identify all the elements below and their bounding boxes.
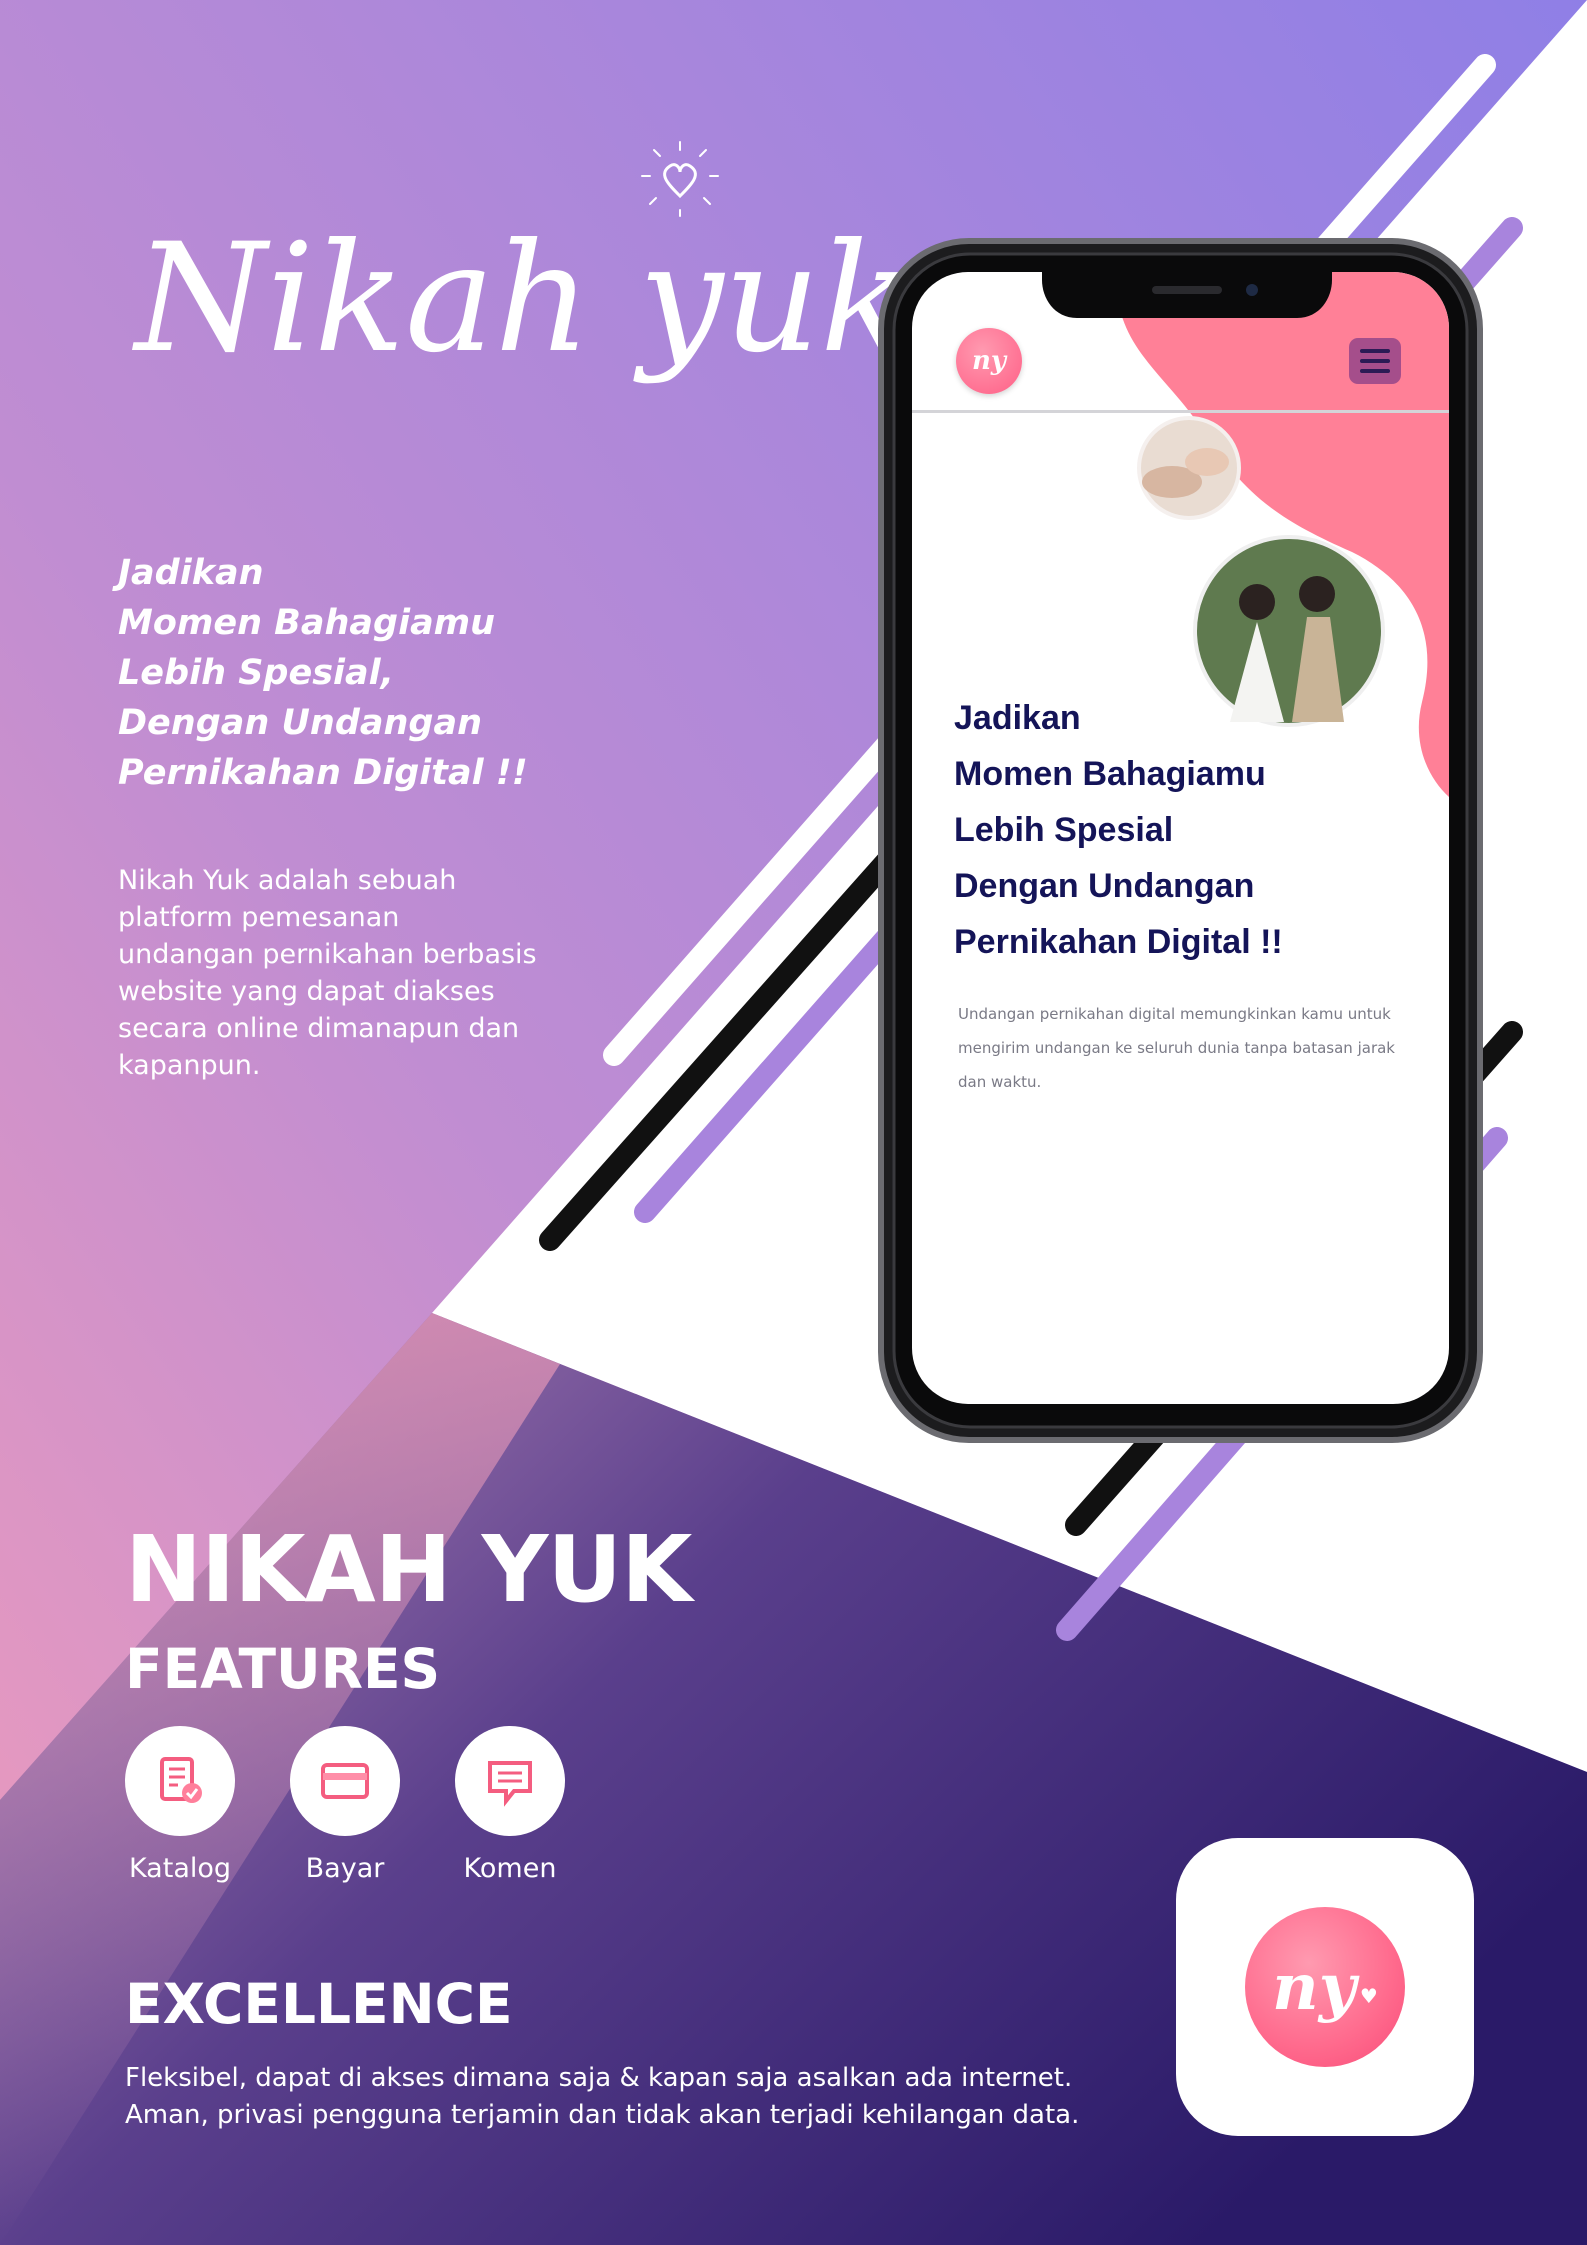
feature-label: Komen: [463, 1853, 557, 1884]
tagline-line: Jadikan: [118, 553, 264, 593]
script-title: Nikah yuk: [132, 141, 911, 450]
screen-heading-line: Lebih Spesial: [954, 811, 1174, 849]
screen-divider: [912, 410, 1449, 413]
feature-komen[interactable]: Komen: [440, 1726, 600, 1896]
phone-screen: ny Jadikan Momen Bahagiamu Lebih Spesial…: [912, 272, 1449, 1404]
screen-logo[interactable]: ny: [956, 328, 1022, 394]
feature-circle: [290, 1726, 400, 1836]
screen-heading-line: Dengan Undangan: [954, 867, 1255, 905]
heart-icon: [641, 141, 719, 217]
excellence-text: Fleksibel, dapat di akses dimana saja & …: [125, 2060, 1175, 2134]
excellence-line: Aman, privasi pengguna terjamin dan tida…: [125, 2100, 1080, 2130]
catalog-icon: [160, 1757, 202, 1803]
phone-notch: [1042, 272, 1332, 318]
excellence-line: Fleksibel, dapat di akses dimana saja & …: [125, 2063, 1073, 2093]
feature-label: Bayar: [305, 1853, 385, 1884]
tagline-line: Momen Bahagiamu: [118, 603, 496, 643]
svg-text:Nikah yuk: Nikah yuk: [132, 212, 911, 386]
screen-heading-line: Jadikan: [954, 699, 1081, 737]
screen-heading-line: Momen Bahagiamu: [954, 755, 1266, 793]
features-heading: FEATURES: [125, 1637, 441, 1701]
card-icon: [321, 1763, 369, 1799]
screen-heading: Jadikan Momen Bahagiamu Lebih Spesial De…: [954, 690, 1414, 970]
hero-description: Nikah Yuk adalah sebuah platform pemesan…: [118, 865, 537, 1081]
app-icon[interactable]: ny ♥: [1176, 1838, 1474, 2136]
feature-circle: [125, 1726, 235, 1836]
small-heart-icon: ♥: [1359, 1984, 1378, 2008]
feature-bayar[interactable]: Bayar: [275, 1726, 435, 1896]
screen-heading-line: Pernikahan Digital !!: [954, 923, 1283, 961]
tagline-line: Pernikahan Digital !!: [118, 753, 528, 793]
logo-monogram: ny: [1272, 1949, 1356, 2025]
hamburger-icon[interactable]: [1349, 338, 1401, 384]
comment-icon: [488, 1761, 532, 1807]
hero-tagline: Jadikan Momen Bahagiamu Lebih Spesial, D…: [118, 548, 638, 798]
tagline-line: Dengan Undangan: [118, 703, 482, 743]
brand-heading: NIKAH YUK: [125, 1516, 692, 1623]
feature-circle: [455, 1726, 565, 1836]
app-logo: ny ♥: [1245, 1907, 1405, 2067]
feature-label: Katalog: [128, 1853, 232, 1884]
feature-katalog[interactable]: Katalog: [110, 1726, 270, 1896]
tagline-line: Lebih Spesial,: [118, 653, 394, 693]
excellence-heading: EXCELLENCE: [125, 1972, 513, 2036]
screen-body: Undangan pernikahan digital memungkinkan…: [958, 1005, 1395, 1091]
